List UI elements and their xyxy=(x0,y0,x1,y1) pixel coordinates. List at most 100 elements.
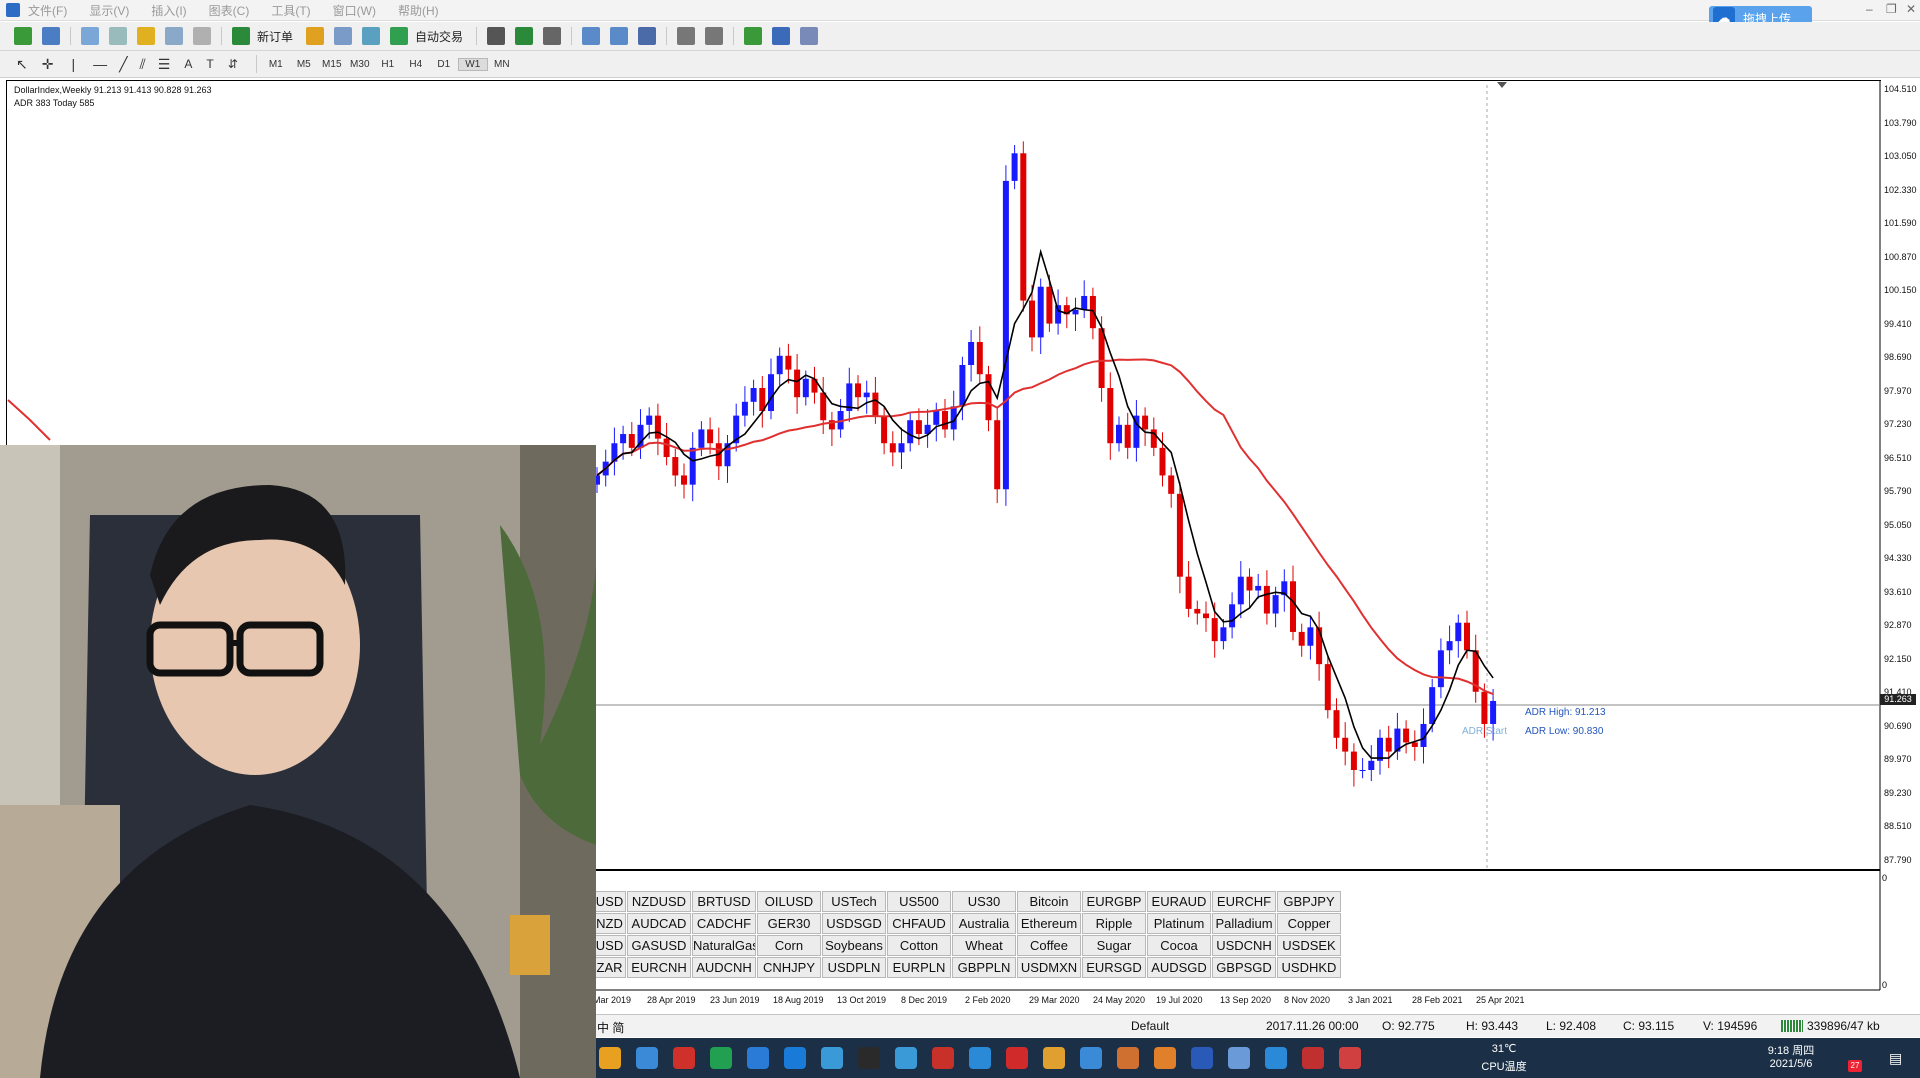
symbol-button[interactable]: USDMXN xyxy=(1017,957,1081,978)
candle-body xyxy=(881,415,888,444)
price-tick: 90.690 xyxy=(1884,720,1912,731)
symbol-button[interactable]: USDPLN xyxy=(822,957,886,978)
candle-body xyxy=(1029,300,1035,338)
taskbar: 31℃ CPU温度 9:18 周四 2021/5/6 27 ▤ xyxy=(593,1038,1920,1078)
symbol-button[interactable]: EURPLN xyxy=(887,957,951,978)
symbol-button[interactable]: USDSEK xyxy=(1277,935,1341,956)
candle-body xyxy=(942,411,948,430)
symbol-button[interactable]: NaturalGas xyxy=(692,935,756,956)
mail-icon[interactable] xyxy=(636,1047,658,1069)
symbol-button[interactable]: GBPPLN xyxy=(952,957,1016,978)
ime-indicator[interactable]: 中 简 xyxy=(597,1019,624,1036)
adr-low-label: ADR Low: 90.830 xyxy=(1525,726,1604,737)
symbol-button[interactable]: CHFAUD xyxy=(887,913,951,934)
symbol-button[interactable]: US500 xyxy=(887,891,951,912)
symbol-button[interactable]: Coffee xyxy=(1017,935,1081,956)
symbol-button[interactable]: USD xyxy=(593,891,626,912)
candle-body xyxy=(1411,742,1418,747)
calendar-icon[interactable] xyxy=(932,1047,954,1069)
symbol-button[interactable]: EURCNH xyxy=(627,957,691,978)
camtasia-icon[interactable] xyxy=(710,1047,732,1069)
record-icon[interactable] xyxy=(1339,1047,1361,1069)
candle-body xyxy=(620,434,627,444)
candle-body xyxy=(1185,576,1192,609)
symbol-button[interactable]: Wheat xyxy=(952,935,1016,956)
candle-body xyxy=(907,420,914,444)
feishu-icon[interactable] xyxy=(858,1047,880,1069)
symbol-button[interactable]: NZD xyxy=(593,913,626,934)
symbol-button[interactable]: EURCHF xyxy=(1212,891,1276,912)
symbol-button[interactable]: USDHKD xyxy=(1277,957,1341,978)
symbol-button[interactable]: EURAUD xyxy=(1147,891,1211,912)
candle-body xyxy=(933,411,940,425)
symbol-button[interactable]: CADCHF xyxy=(692,913,756,934)
candle-body xyxy=(1307,627,1314,646)
candle-body xyxy=(1359,769,1366,771)
notepad-icon[interactable] xyxy=(747,1047,769,1069)
photo-icon[interactable] xyxy=(1117,1047,1139,1069)
symbol-button[interactable]: Platinum xyxy=(1147,913,1211,934)
symbol-button[interactable]: OILUSD xyxy=(757,891,821,912)
candle-body xyxy=(976,341,983,375)
ie-icon[interactable] xyxy=(1302,1047,1324,1069)
symbol-button[interactable]: EURSGD xyxy=(1082,957,1146,978)
date-tick: 3 Jan 2021 xyxy=(1348,995,1393,1005)
symbol-button[interactable]: AUDCAD xyxy=(627,913,691,934)
symbol-button[interactable]: Sugar xyxy=(1082,935,1146,956)
symbol-button[interactable]: GASUSD xyxy=(627,935,691,956)
ie-icon[interactable] xyxy=(1006,1047,1028,1069)
symbol-button[interactable]: USTech xyxy=(822,891,886,912)
candle-body xyxy=(1159,447,1166,476)
tablet-icon[interactable] xyxy=(1265,1047,1287,1069)
symbol-button[interactable]: Cocoa xyxy=(1147,935,1211,956)
clock-time[interactable]: 9:18 周四 xyxy=(1756,1042,1826,1058)
symbol-button[interactable]: EURGBP xyxy=(1082,891,1146,912)
chrome-icon[interactable] xyxy=(1080,1047,1102,1069)
clock-date[interactable]: 2021/5/6 xyxy=(1756,1058,1826,1070)
symbol-button[interactable]: USDSGD xyxy=(822,913,886,934)
candle-body xyxy=(672,457,679,476)
symbol-button[interactable]: AUDCNH xyxy=(692,957,756,978)
file-explorer-icon[interactable] xyxy=(599,1047,621,1069)
news-icon[interactable] xyxy=(1043,1047,1065,1069)
traffic-icon xyxy=(1781,1020,1803,1032)
symbol-button[interactable]: BRTUSD xyxy=(692,891,756,912)
candle-body xyxy=(741,401,748,416)
symbol-button[interactable]: ZAR xyxy=(593,957,626,978)
symbol-button[interactable]: Palladium xyxy=(1212,913,1276,934)
symbol-button[interactable]: NZDUSD xyxy=(627,891,691,912)
symbol-button[interactable]: US30 xyxy=(952,891,1016,912)
symbol-button[interactable]: Copper xyxy=(1277,913,1341,934)
sun-app-icon[interactable] xyxy=(1191,1047,1213,1069)
price-tick: 104.510 xyxy=(1884,84,1917,94)
word-icon[interactable] xyxy=(1228,1047,1250,1069)
symbol-button[interactable]: AUDSGD xyxy=(1147,957,1211,978)
huawei-icon[interactable] xyxy=(969,1047,991,1069)
symbol-button[interactable]: GER30 xyxy=(757,913,821,934)
symbol-button[interactable]: Ripple xyxy=(1082,913,1146,934)
firefox-icon[interactable] xyxy=(1154,1047,1176,1069)
green-app-icon[interactable] xyxy=(784,1047,806,1069)
symbol-button[interactable]: Corn xyxy=(757,935,821,956)
symbol-button[interactable]: Ethereum xyxy=(1017,913,1081,934)
edge-icon[interactable] xyxy=(821,1047,843,1069)
symbol-button[interactable]: GBPSGD xyxy=(1212,957,1276,978)
slow-moving-average xyxy=(596,358,1494,695)
symbol-button[interactable]: Soybeans xyxy=(822,935,886,956)
symbol-button[interactable]: USD xyxy=(593,935,626,956)
wechat-icon[interactable] xyxy=(673,1047,695,1069)
action-center-icon[interactable]: ▤ xyxy=(1889,1050,1902,1067)
symbol-button[interactable]: CNHJPY xyxy=(757,957,821,978)
symbol-button[interactable]: Bitcoin xyxy=(1017,891,1081,912)
symbol-button[interactable]: GBPJPY xyxy=(1277,891,1341,912)
date-tick: 8 Nov 2020 xyxy=(1284,995,1331,1005)
candle-body xyxy=(872,392,879,416)
symbol-button[interactable]: Australia xyxy=(952,913,1016,934)
symbol-button[interactable]: USDCNH xyxy=(1212,935,1276,956)
price-tick: 92.870 xyxy=(1884,620,1912,630)
date-axis: Mar 2019 28 Apr 2019 23 Jun 2019 18 Aug 201… xyxy=(593,993,1883,1009)
candle-body xyxy=(785,355,792,370)
symbol-button[interactable]: Cotton xyxy=(887,935,951,956)
candle-body xyxy=(863,392,870,398)
panda-app-icon[interactable] xyxy=(895,1047,917,1069)
